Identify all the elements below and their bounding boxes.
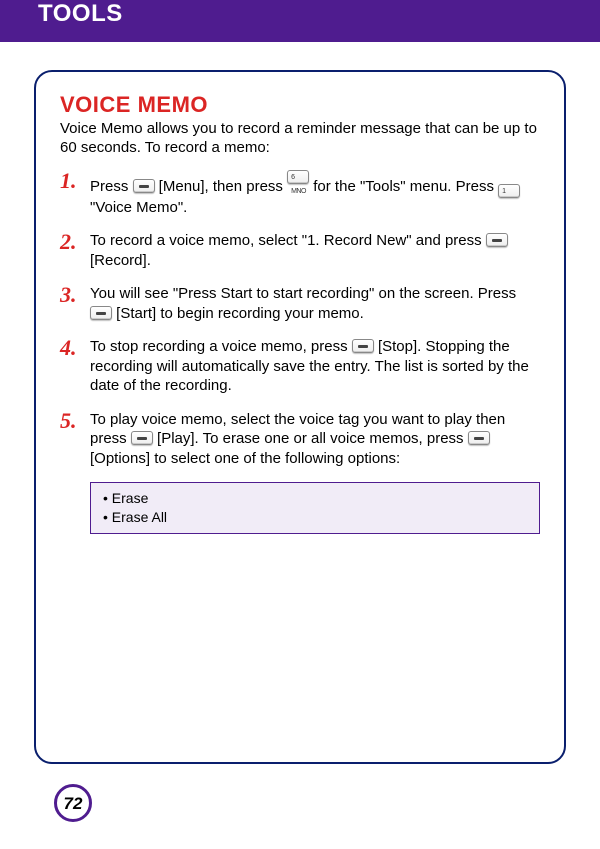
step-2: To record a voice memo, select "1. Recor… [60, 231, 540, 270]
key-1-icon: 1 [498, 184, 520, 198]
softkey-icon [486, 233, 508, 247]
chapter-header: TOOLS [0, 0, 600, 42]
options-box: Erase Erase All [90, 482, 540, 534]
section-intro: Voice Memo allows you to record a remind… [60, 120, 540, 158]
content-area: VOICE MEMO Voice Memo allows you to reco… [0, 42, 600, 764]
step-text: [Record]. [90, 252, 151, 269]
step-text: [Options] to select one of the following… [90, 450, 400, 467]
step-4: To stop recording a voice memo, press [S… [60, 337, 540, 396]
step-text: "Voice Memo". [90, 199, 187, 216]
step-text: [Menu], then press [155, 178, 288, 195]
step-1: Press [Menu], then press 6 MNO for the "… [60, 170, 540, 218]
option-item: Erase [103, 489, 527, 508]
option-item: Erase All [103, 508, 527, 527]
step-3: You will see "Press Start to start recor… [60, 284, 540, 323]
step-text: To stop recording a voice memo, press [90, 338, 352, 355]
step-5: To play voice memo, select the voice tag… [60, 410, 540, 469]
step-text: To record a voice memo, select "1. Recor… [90, 232, 486, 249]
page-number: 72 [54, 784, 92, 822]
step-text: You will see "Press Start to start recor… [90, 285, 516, 302]
content-card: VOICE MEMO Voice Memo allows you to reco… [34, 70, 566, 764]
step-text: [Start] to begin recording your memo. [112, 305, 364, 322]
softkey-icon [133, 179, 155, 193]
step-text: [Play]. To erase one or all voice memos,… [153, 430, 468, 447]
softkey-icon [131, 431, 153, 445]
steps-list: Press [Menu], then press 6 MNO for the "… [60, 170, 540, 469]
softkey-icon [468, 431, 490, 445]
step-text: Press [90, 178, 133, 195]
key-6-icon: 6 MNO [287, 170, 309, 184]
softkey-icon [90, 306, 112, 320]
step-text: for the "Tools" menu. Press [309, 178, 498, 195]
section-title: VOICE MEMO [60, 92, 540, 118]
chapter-title: TOOLS [38, 0, 600, 28]
softkey-icon [352, 339, 374, 353]
